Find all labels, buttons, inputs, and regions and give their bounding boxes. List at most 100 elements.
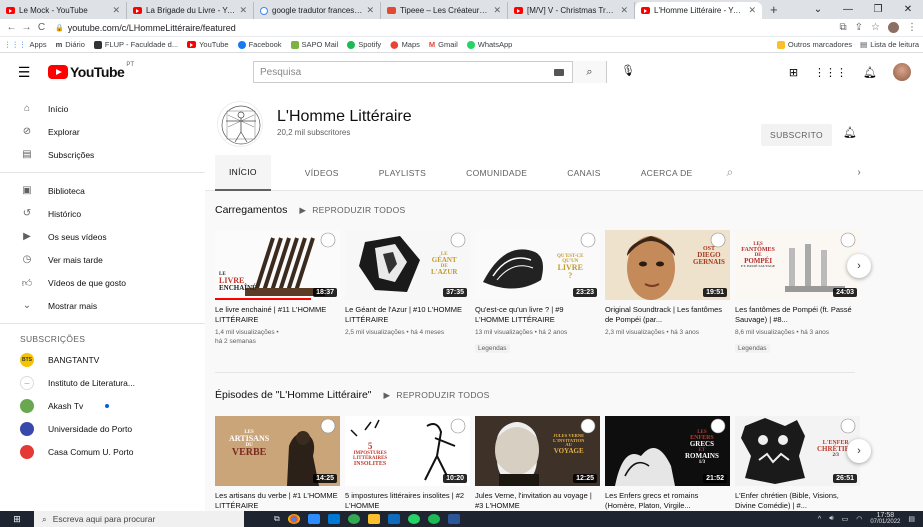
channel-avatar[interactable]: [217, 101, 263, 147]
store-icon[interactable]: [327, 514, 340, 524]
carousel-next-button[interactable]: ›: [847, 254, 871, 278]
bookmark-gmail[interactable]: M Gmail: [429, 40, 458, 49]
sidebar-item-home[interactable]: ⌂ Início: [0, 97, 205, 120]
sidebar-item-liked[interactable]: 👍︎ Vídeos de que gosto: [0, 271, 205, 294]
video-card[interactable]: 5 IMPOSTURES LITTÉRAIRES INSOLITES 10:20…: [345, 416, 470, 511]
video-card[interactable]: LE GÉANT DE L'AZUR 37:35 Le Géant de l'A…: [345, 230, 470, 355]
video-thumbnail[interactable]: LE LIVRE ENCHAÎNÉ 18:37: [215, 230, 340, 300]
video-thumbnail[interactable]: JULES VERNE L'INVITATION AU VOYAGE 12:25: [475, 416, 600, 486]
new-tab-button[interactable]: +: [762, 2, 786, 19]
close-window-button[interactable]: ✕: [893, 4, 923, 15]
tab-playlists[interactable]: PLAYLISTS: [373, 155, 432, 191]
forward-button[interactable]: →: [19, 22, 34, 33]
sidebar-sub-casacomum[interactable]: Casa Comum U. Porto: [0, 440, 205, 463]
bookmark-whatsapp[interactable]: WhatsApp: [466, 40, 512, 49]
reading-list[interactable]: ▤ Lista de leitura: [860, 40, 919, 49]
video-card[interactable]: LES ARTISANS DU VERBE 14:25 Les artisans…: [215, 416, 340, 511]
browser-tab[interactable]: google tradutor frances - N ✕: [254, 2, 381, 19]
bell-icon[interactable]: 🔔︎: [843, 126, 857, 139]
sidebar-sub-akash[interactable]: Akash Tv: [0, 394, 205, 417]
windows-start-icon[interactable]: ⊞: [0, 514, 34, 525]
wifi-icon[interactable]: ◠: [856, 515, 862, 523]
video-title[interactable]: 5 impostures littéraires insolites | #2 …: [345, 491, 470, 511]
maximize-button[interactable]: ❐: [863, 4, 893, 15]
browser-tab[interactable]: La Brigade du Livre - YouTu ✕: [127, 2, 254, 19]
bookmark-other[interactable]: Outros marcadores: [776, 40, 852, 49]
notifications-icon[interactable]: 🔔︎: [863, 66, 877, 79]
sidebar-item-history[interactable]: ↺ Histórico: [0, 202, 205, 225]
tab-channels[interactable]: CANAIS: [561, 155, 606, 191]
more-icon[interactable]: ⋮: [907, 22, 917, 33]
taskbar-search[interactable]: ⌕ Escreva aqui para procurar: [34, 511, 244, 527]
video-card[interactable]: LE LIVRE ENCHAÎNÉ 18:37 Le livre enchain…: [215, 230, 340, 355]
video-title[interactable]: Le livre enchainé | #11 L'HOMME LITTÉRAI…: [215, 305, 340, 325]
video-title[interactable]: Les Enfers grecs et romains (Homère, Pla…: [605, 491, 730, 511]
word-icon[interactable]: [447, 514, 460, 524]
close-icon[interactable]: ✕: [112, 5, 120, 16]
bookmark-apps[interactable]: ⋮⋮⋮ Apps: [4, 40, 47, 49]
browser-tab[interactable]: Le Mock - YouTube ✕: [0, 2, 127, 19]
task-view-icon[interactable]: ⧉: [274, 514, 280, 524]
tab-about[interactable]: ACERCA DE: [635, 155, 699, 191]
sidebar-sub-instituto[interactable]: — Instituto de Literatura...: [0, 371, 205, 394]
profile-avatar[interactable]: [888, 22, 899, 33]
search-button[interactable]: ⌕: [572, 61, 606, 83]
browser-tab[interactable]: [M/V] V - Christmas Tree : ✕: [508, 2, 635, 19]
video-thumbnail[interactable]: L'ENFER CHRÉTIEN 2/3 26:51: [735, 416, 860, 486]
bookmark-flup[interactable]: FLUP - Faculdade d...: [93, 40, 178, 49]
chrome-icon[interactable]: [347, 514, 360, 524]
video-thumbnail[interactable]: 5 IMPOSTURES LITTÉRAIRES INSOLITES 10:20: [345, 416, 470, 486]
minimize-button[interactable]: —: [833, 4, 863, 15]
video-thumbnail[interactable]: LES ARTISANS DU VERBE 14:25: [215, 416, 340, 486]
video-card[interactable]: LES ENFERS GRECS ET ROMAINS 1/3 21:52 Le…: [605, 416, 730, 511]
video-title[interactable]: Jules Verne, l'invitation au voyage | #3…: [475, 491, 600, 511]
sidebar-item-subscriptions[interactable]: ▤ Subscrições: [0, 143, 205, 166]
tab-community[interactable]: COMUNIDADE: [460, 155, 533, 191]
browser-tab-active[interactable]: L'Homme Littéraire - YouTu ✕: [635, 2, 762, 19]
play-all-button[interactable]: ▶ REPRODUZIR TODOS: [299, 205, 405, 216]
keyboard-icon[interactable]: [554, 68, 564, 76]
video-thumbnail[interactable]: OST DIEGO GERNAIS 19:51: [605, 230, 730, 300]
play-all-button[interactable]: ▶ REPRODUZIR TODOS: [384, 390, 490, 401]
video-thumbnail[interactable]: LES FANTÔMES DE POMPÉI FT. PASSÉ SAUVAGE…: [735, 230, 860, 300]
video-card[interactable]: JULES VERNE L'INVITATION AU VOYAGE 12:25…: [475, 416, 600, 511]
chrome-icon[interactable]: [287, 514, 300, 524]
create-video-icon[interactable]: ⊞: [789, 66, 798, 79]
chevron-right-icon[interactable]: ›: [857, 167, 861, 178]
close-icon[interactable]: ✕: [239, 5, 247, 16]
video-title[interactable]: Les artisans du verbe | #1 L'HOMME LITTÉ…: [215, 491, 340, 511]
video-thumbnail[interactable]: LES ENFERS GRECS ET ROMAINS 1/3 21:52: [605, 416, 730, 486]
star-icon[interactable]: ☆: [871, 22, 880, 33]
bookmark-diario[interactable]: m Diário: [56, 40, 85, 49]
url-field[interactable]: 🔒 youtube.com/c/LHommeLittéraire/feature…: [55, 23, 840, 33]
spotify-icon[interactable]: [427, 514, 440, 524]
bookmark-maps[interactable]: ⬤ Maps: [390, 40, 420, 49]
video-card[interactable]: QU'EST-CE QU'UN LIVRE ? 23:23 Qu'est-ce …: [475, 230, 600, 355]
close-icon[interactable]: ✕: [748, 5, 756, 16]
youtube-logo[interactable]: YouTube PT: [48, 62, 134, 80]
carousel-next-button[interactable]: ›: [847, 439, 871, 463]
bookmark-facebook[interactable]: Facebook: [237, 40, 282, 49]
close-icon[interactable]: ✕: [620, 5, 628, 16]
browser-tab[interactable]: Tipeee – Les Créateurs Litt ✕: [381, 2, 508, 19]
sidebar-item-watch-later[interactable]: ◷ Ver mais tarde: [0, 248, 205, 271]
account-avatar[interactable]: [893, 63, 911, 81]
notifications-icon[interactable]: ▤: [908, 515, 915, 523]
microphone-icon[interactable]: 🎙: [620, 64, 636, 77]
video-title[interactable]: L'Enfer chrétien (Bible, Visions, Divine…: [735, 491, 860, 511]
bookmark-sapo[interactable]: SAPO Mail: [290, 40, 338, 49]
sidebar-item-explore[interactable]: ⊘ Explorar: [0, 120, 205, 143]
video-title[interactable]: Les fantômes de Pompéi (ft. Passé Sauvag…: [735, 305, 860, 325]
sidebar-sub-bangtantv[interactable]: BTS BANGTANTV: [0, 348, 205, 371]
share-icon[interactable]: ⇪: [855, 22, 863, 33]
video-card[interactable]: L'ENFER CHRÉTIEN 2/3 26:51 L'Enfer chrét…: [735, 416, 860, 511]
tray-chevron-icon[interactable]: ^: [818, 516, 821, 523]
search-input[interactable]: [254, 62, 554, 82]
whatsapp-icon[interactable]: [407, 514, 420, 524]
video-card[interactable]: OST DIEGO GERNAIS 19:51 Original Soundtr…: [605, 230, 730, 355]
channel-search-icon[interactable]: ⌕: [727, 165, 734, 180]
cast-icon[interactable]: ⧉: [840, 22, 847, 33]
zoom-icon[interactable]: [307, 514, 320, 524]
bookmark-spotify[interactable]: Spotify: [347, 40, 381, 49]
sidebar-sub-uporto[interactable]: Universidade do Porto: [0, 417, 205, 440]
